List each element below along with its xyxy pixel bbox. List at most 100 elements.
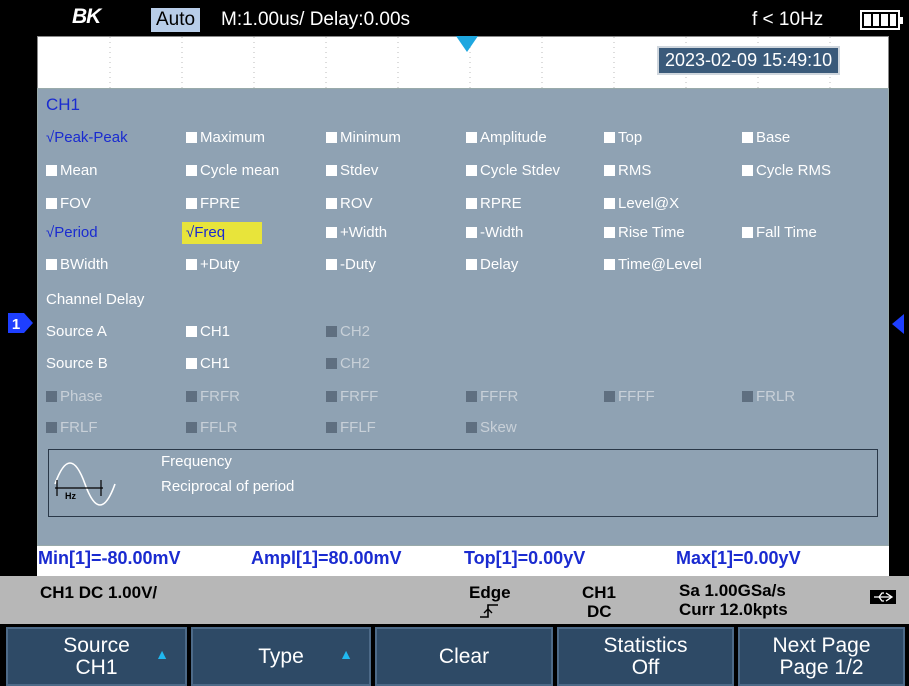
measure-plus-width[interactable]: +Width: [326, 222, 387, 244]
trigger-coupling[interactable]: DC: [587, 603, 612, 621]
measure-cycle-stdev[interactable]: Cycle Stdev: [466, 160, 560, 182]
source-b-ch2[interactable]: CH2: [326, 353, 370, 375]
delay-frlf[interactable]: FRLF: [46, 417, 98, 439]
source-a-ch1[interactable]: CH1: [186, 321, 230, 343]
softkey-label: Clear: [438, 644, 490, 668]
checkbox-icon: [466, 198, 477, 209]
softkey-label: Statistics: [603, 633, 688, 657]
softkey-source[interactable]: Source CH1 ▲: [6, 627, 187, 686]
measurement-max: Max[1]=0.00yV: [676, 548, 801, 568]
delay-fffr[interactable]: FFFR: [466, 386, 518, 408]
option-label: FRFR: [200, 388, 240, 405]
checkbox-icon: [466, 165, 477, 176]
measure-fall-time[interactable]: Fall Time: [742, 222, 817, 244]
measure-delay[interactable]: Delay: [466, 254, 518, 276]
measure-time-at-level[interactable]: Time@Level: [604, 254, 702, 276]
measure-minus-width[interactable]: -Width: [466, 222, 523, 244]
trigger-source[interactable]: CH1: [582, 584, 616, 602]
measure-label: √Peak-Peak: [46, 129, 128, 146]
checkbox-icon: [46, 198, 57, 209]
measure-panel: CH1 √Peak-Peak Maximum Minimum Amplitude…: [37, 88, 889, 546]
measure-level-at-x[interactable]: Level@X: [604, 193, 679, 215]
measure-cycle-rms[interactable]: Cycle RMS: [742, 160, 831, 182]
measure-plus-duty[interactable]: +Duty: [186, 254, 240, 276]
measure-bwidth[interactable]: BWidth: [46, 254, 108, 276]
measure-minimum[interactable]: Minimum: [326, 127, 401, 149]
option-label: CH2: [340, 323, 371, 340]
measure-label: Level@X: [618, 195, 680, 212]
trigger-position-marker[interactable]: [456, 36, 478, 52]
measure-rms[interactable]: RMS: [604, 160, 651, 182]
channel-1-level-marker[interactable]: 1: [0, 312, 34, 334]
measure-mean[interactable]: Mean: [46, 160, 98, 182]
measure-top[interactable]: Top: [604, 127, 642, 149]
measure-freq[interactable]: √Freq: [182, 222, 262, 244]
checkbox-icon: [326, 358, 337, 369]
measure-label: -Duty: [340, 256, 376, 273]
checkbox-icon: [326, 165, 337, 176]
checkbox-icon: [186, 198, 197, 209]
source-a-ch2[interactable]: CH2: [326, 321, 370, 343]
softkey-value: Page 1/2: [779, 655, 864, 679]
checkbox-icon: [186, 165, 197, 176]
measure-base[interactable]: Base: [742, 127, 790, 149]
timebase-readout: M:1.00us/ Delay:0.00s: [221, 9, 411, 30]
delay-frff[interactable]: FRFF: [326, 386, 378, 408]
softkey-clear[interactable]: Clear: [375, 627, 553, 686]
measure-label: Top: [618, 129, 643, 146]
source-b-ch1[interactable]: CH1: [186, 353, 230, 375]
delay-fflf[interactable]: FFLF: [326, 417, 376, 439]
softkey-statistics[interactable]: Statistics Off: [557, 627, 734, 686]
delay-fflr[interactable]: FFLR: [186, 417, 238, 439]
softkey-next-page[interactable]: Next Page Page 1/2: [738, 627, 905, 686]
measure-peak-peak[interactable]: √Peak-Peak: [46, 127, 128, 149]
measure-rov[interactable]: ROV: [326, 193, 373, 215]
measure-amplitude[interactable]: Amplitude: [466, 127, 547, 149]
measure-label: FPRE: [200, 195, 241, 212]
option-label: FRLR: [756, 388, 796, 405]
delay-frlr[interactable]: FRLR: [742, 386, 795, 408]
delay-ffff[interactable]: FFFF: [604, 386, 655, 408]
measure-period[interactable]: √Period: [46, 222, 98, 244]
measure-maximum[interactable]: Maximum: [186, 127, 265, 149]
measure-rise-time[interactable]: Rise Time: [604, 222, 685, 244]
measure-label: √Period: [46, 224, 98, 241]
trigger-level-marker[interactable]: [892, 314, 904, 334]
option-label: FFFR: [480, 388, 519, 405]
delay-skew[interactable]: Skew: [466, 417, 517, 439]
option-label: FRLF: [60, 419, 98, 436]
checkbox-icon: [326, 259, 337, 270]
measure-minus-duty[interactable]: -Duty: [326, 254, 376, 276]
checkbox-icon: [186, 326, 197, 337]
measure-fov[interactable]: FOV: [46, 193, 91, 215]
checkbox-icon: [326, 227, 337, 238]
rising-edge-icon: [480, 604, 498, 618]
measure-label: Delay: [480, 256, 519, 273]
checkbox-icon: [466, 391, 477, 402]
measure-rpre[interactable]: RPRE: [466, 193, 522, 215]
acquisition-mode[interactable]: Auto: [151, 8, 201, 32]
measure-cycle-mean[interactable]: Cycle mean: [186, 160, 279, 182]
softkey-value: Off: [631, 655, 660, 679]
measurement-amplitude: Ampl[1]=80.00mV: [251, 548, 402, 568]
measure-label: Rise Time: [618, 224, 685, 241]
measure-fpre[interactable]: FPRE: [186, 193, 240, 215]
measure-label: Mean: [60, 162, 98, 179]
measure-label: RPRE: [480, 195, 522, 212]
softkey-type[interactable]: Type ▲: [191, 627, 371, 686]
description-text: Reciprocal of period: [161, 478, 295, 495]
option-label: CH2: [340, 355, 371, 372]
checkbox-icon: [326, 391, 337, 402]
panel-title: CH1: [46, 95, 81, 114]
trigger-type[interactable]: Edge: [469, 584, 511, 602]
sample-rate: Sa 1.00GSa/s: [679, 581, 786, 600]
measurement-min: Min[1]=-80.00mV: [38, 548, 181, 568]
checkbox-icon: [604, 391, 615, 402]
checkbox-icon: [604, 227, 615, 238]
checkbox-icon: [186, 391, 197, 402]
measure-stdev[interactable]: Stdev: [326, 160, 378, 182]
delay-phase[interactable]: Phase: [46, 386, 103, 408]
channel-scale[interactable]: CH1 DC 1.00V/: [40, 584, 157, 602]
delay-frfr[interactable]: FRFR: [186, 386, 240, 408]
softkey-label: Next Page: [772, 633, 871, 657]
